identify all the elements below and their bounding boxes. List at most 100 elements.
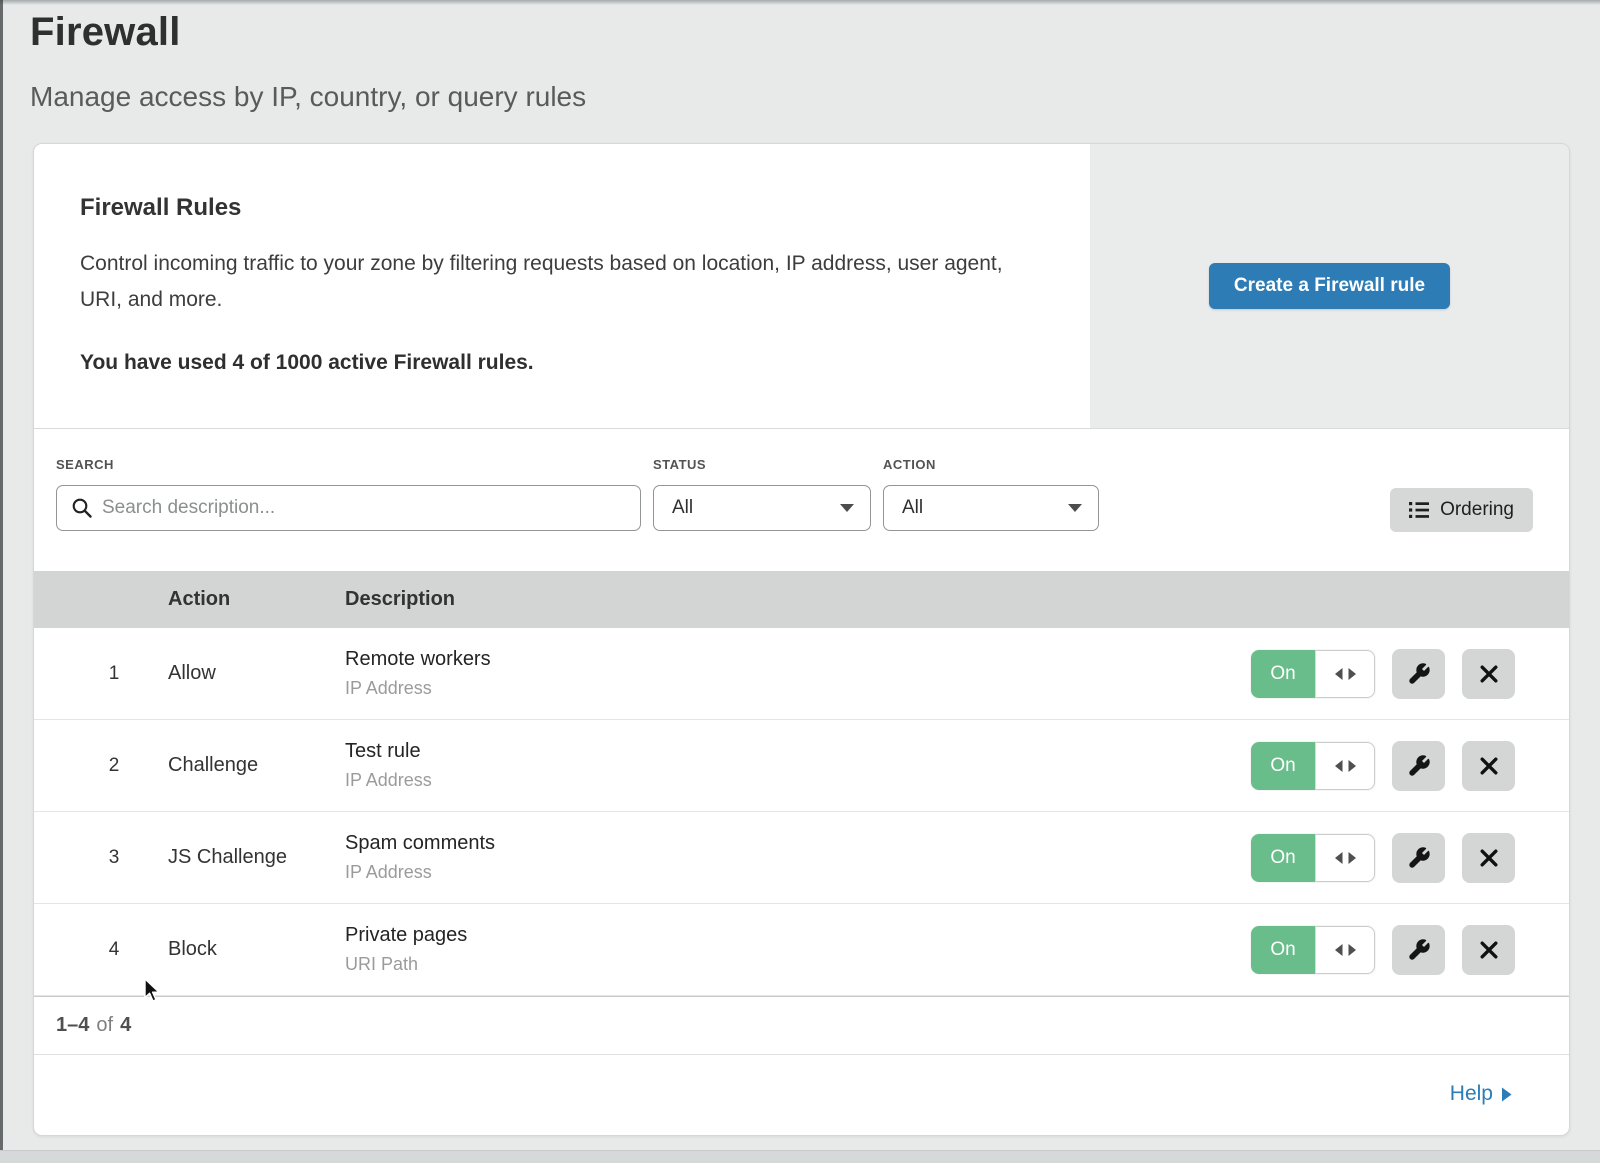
action-select-value: All [902, 497, 923, 519]
page-header: Firewall Manage access by IP, country, o… [30, 10, 586, 113]
status-filter-group: STATUS All [653, 457, 871, 531]
search-filter-group: SEARCH [56, 457, 641, 531]
table-header: Action Description [34, 571, 1569, 628]
rule-description-cell: Spam comments IP Address [345, 832, 1197, 883]
firewall-rules-card: Firewall Rules Control incoming traffic … [33, 143, 1570, 1136]
rule-controls: On [1197, 741, 1569, 791]
status-select-value: All [672, 497, 693, 519]
rule-controls: On [1197, 925, 1569, 975]
rule-priority: 2 [34, 755, 168, 777]
toggle-on-label: On [1251, 834, 1315, 882]
toggle-handle[interactable] [1315, 834, 1375, 882]
rule-controls: On [1197, 649, 1569, 699]
search-input[interactable] [56, 485, 641, 531]
rule-match-field: URI Path [345, 954, 1197, 975]
window-edge-left [0, 0, 3, 1163]
toggle-on-label: On [1251, 926, 1315, 974]
left-right-arrows-icon [1335, 852, 1356, 864]
firewall-rule-row: 1 Allow Remote workers IP Address On [34, 628, 1569, 720]
chevron-down-icon [1068, 503, 1082, 513]
search-box [56, 485, 641, 531]
ordering-button-label: Ordering [1440, 499, 1514, 521]
close-icon [1479, 940, 1499, 960]
window-edge-top [0, 0, 1600, 5]
pagination-of: of [96, 1014, 113, 1037]
left-right-arrows-icon [1335, 944, 1356, 956]
toggle-on-label: On [1251, 742, 1315, 790]
rule-match-field: IP Address [345, 678, 1197, 699]
rule-priority: 4 [34, 939, 168, 961]
ordering-button[interactable]: Ordering [1390, 488, 1533, 532]
overview-description: Control incoming traffic to your zone by… [80, 246, 1035, 318]
search-label: SEARCH [56, 457, 641, 472]
action-filter-group: ACTION All [883, 457, 1099, 531]
wrench-icon [1407, 938, 1431, 962]
edit-rule-button[interactable] [1392, 925, 1445, 975]
description-column-header: Description [345, 588, 1197, 611]
page-subtitle: Manage access by IP, country, or query r… [30, 81, 586, 113]
toggle-handle[interactable] [1315, 650, 1375, 698]
rule-controls: On [1197, 833, 1569, 883]
chevron-down-icon [840, 503, 854, 513]
delete-rule-button[interactable] [1462, 925, 1515, 975]
action-label: ACTION [883, 457, 1099, 472]
rule-description: Spam comments [345, 832, 1197, 855]
delete-rule-button[interactable] [1462, 649, 1515, 699]
action-select[interactable]: All [883, 485, 1099, 531]
delete-rule-button[interactable] [1462, 833, 1515, 883]
overview-heading: Firewall Rules [80, 194, 1050, 222]
wrench-icon [1407, 846, 1431, 870]
rule-enabled-toggle[interactable]: On [1251, 742, 1375, 790]
status-select[interactable]: All [653, 485, 871, 531]
action-column-header: Action [168, 588, 345, 611]
window-edge-bottom [0, 1150, 1600, 1163]
pagination-total: 4 [120, 1014, 131, 1037]
help-link[interactable]: Help [1450, 1082, 1512, 1106]
rule-action: Allow [168, 662, 345, 685]
left-right-arrows-icon [1335, 668, 1356, 680]
wrench-icon [1407, 662, 1431, 686]
overview-section: Firewall Rules Control incoming traffic … [34, 144, 1569, 429]
arrow-right-icon [1502, 1087, 1512, 1102]
rule-action: Block [168, 938, 345, 961]
toggle-handle[interactable] [1315, 926, 1375, 974]
rule-enabled-toggle[interactable]: On [1251, 650, 1375, 698]
create-firewall-rule-button[interactable]: Create a Firewall rule [1209, 263, 1450, 309]
overview-aside: Create a Firewall rule [1090, 144, 1569, 428]
rule-action: Challenge [168, 754, 345, 777]
pagination-range: 1–4 [56, 1014, 89, 1037]
rules-usage-count: You have used 4 of 1000 active Firewall … [80, 351, 1050, 375]
firewall-rule-row: 2 Challenge Test rule IP Address On [34, 720, 1569, 812]
rule-description-cell: Test rule IP Address [345, 740, 1197, 791]
pagination: 1–4 of 4 [34, 996, 1569, 1054]
firewall-rule-row: 4 Block Private pages URI Path On [34, 904, 1569, 996]
rule-description: Private pages [345, 924, 1197, 947]
rule-action: JS Challenge [168, 846, 345, 869]
status-label: STATUS [653, 457, 871, 472]
close-icon [1479, 664, 1499, 684]
rule-match-field: IP Address [345, 862, 1197, 883]
edit-rule-button[interactable] [1392, 741, 1445, 791]
rule-description-cell: Private pages URI Path [345, 924, 1197, 975]
rule-description-cell: Remote workers IP Address [345, 648, 1197, 699]
close-icon [1479, 848, 1499, 868]
wrench-icon [1407, 754, 1431, 778]
overview-text: Firewall Rules Control incoming traffic … [34, 144, 1090, 428]
rule-description: Test rule [345, 740, 1197, 763]
help-link-label: Help [1450, 1082, 1493, 1106]
filters-bar: SEARCH STATUS All ACTION All [34, 429, 1569, 571]
rule-enabled-toggle[interactable]: On [1251, 834, 1375, 882]
page-title: Firewall [30, 10, 586, 55]
toggle-handle[interactable] [1315, 742, 1375, 790]
delete-rule-button[interactable] [1462, 741, 1515, 791]
card-footer: Help [34, 1054, 1569, 1133]
close-icon [1479, 756, 1499, 776]
edit-rule-button[interactable] [1392, 833, 1445, 883]
rule-enabled-toggle[interactable]: On [1251, 926, 1375, 974]
edit-rule-button[interactable] [1392, 649, 1445, 699]
rule-priority: 3 [34, 847, 168, 869]
ordered-list-icon [1409, 501, 1429, 519]
firewall-rule-row: 3 JS Challenge Spam comments IP Address … [34, 812, 1569, 904]
rule-priority: 1 [34, 663, 168, 685]
rule-description: Remote workers [345, 648, 1197, 671]
